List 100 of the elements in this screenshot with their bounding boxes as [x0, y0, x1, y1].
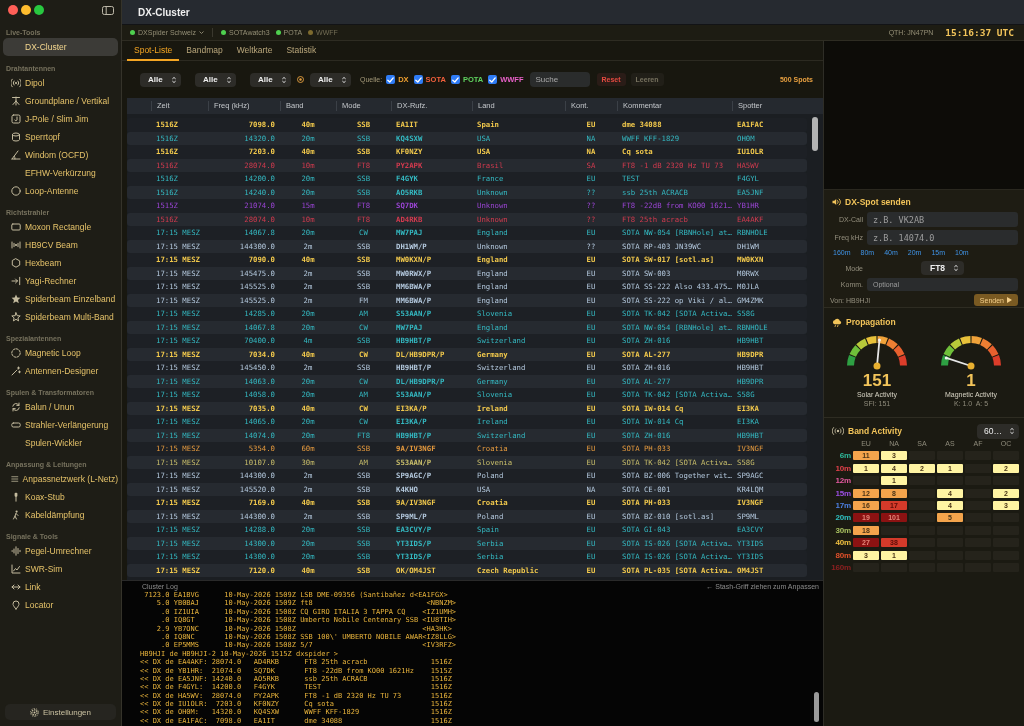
- checkbox[interactable]: [450, 75, 460, 84]
- band-label: 15m: [835, 488, 851, 498]
- band-label: 30m: [835, 525, 851, 535]
- gauge-needle: [945, 357, 975, 370]
- band-label: 20m: [835, 513, 851, 523]
- sidebar-item[interactable]: Anpassnetzwerk (L-Netz): [3, 470, 118, 488]
- filter-select[interactable]: Alle: [250, 72, 291, 87]
- filter-select[interactable]: Alle: [140, 72, 181, 87]
- antenna-icon: [832, 427, 844, 435]
- select-arrows-icon: [954, 264, 959, 272]
- window-title: DX-Cluster: [138, 6, 190, 18]
- wand-icon: [11, 366, 21, 376]
- angle-icon: [11, 150, 21, 160]
- sidebar-item[interactable]: Sperrtopf: [3, 128, 118, 146]
- play-icon: [1007, 297, 1012, 303]
- minimize-icon[interactable]: [21, 5, 31, 15]
- sidebar-item[interactable]: Loop-Antenne: [3, 182, 118, 200]
- band-label: 10m: [835, 463, 851, 473]
- sidebar-item[interactable]: Pegel-Umrechner: [3, 542, 118, 560]
- sidebar-item[interactable]: Dipol: [3, 74, 118, 92]
- chart-icon: [11, 564, 21, 574]
- speaker-icon: [832, 198, 841, 206]
- sidebar-item[interactable]: Groundplane / Vertikal: [3, 92, 118, 110]
- scrollbar-thumb[interactable]: [812, 117, 818, 151]
- star-icon: [11, 312, 21, 322]
- circle-dot-icon[interactable]: [297, 76, 304, 83]
- search-field[interactable]: Suche: [529, 72, 590, 87]
- sidebar-item[interactable]: Strahler-Verlängerung: [3, 416, 118, 434]
- filter-select[interactable]: Alle: [310, 72, 351, 87]
- cloud-icon: [832, 317, 842, 327]
- pin-icon: [11, 600, 21, 610]
- settings-icon: [29, 707, 39, 717]
- checkbox[interactable]: [488, 75, 498, 84]
- sidebar-item[interactable]: Spiderbeam Multi-Band: [3, 308, 118, 326]
- sidebar-item[interactable]: Windom (OCFD): [3, 146, 118, 164]
- utc-clock: 15:16:37 UTC: [945, 27, 1014, 38]
- sidebar-item[interactable]: Koax-Stub: [3, 488, 118, 506]
- rectangle-icon: [11, 222, 21, 232]
- close-icon[interactable]: [8, 5, 18, 15]
- sidebar-toggle-icon[interactable]: [102, 5, 114, 15]
- sidebar-item[interactable]: Yagi-Rechner: [3, 272, 118, 290]
- band-label: 17m: [835, 500, 851, 510]
- sidebar-item[interactable]: Spiderbeam Einzelband: [3, 290, 118, 308]
- capsule-icon: [11, 420, 21, 430]
- input-field[interactable]: z.B. VK2AB: [867, 212, 1018, 227]
- band-label: 12m: [835, 476, 851, 486]
- band-label: 40m: [835, 538, 851, 548]
- sidebar-item[interactable]: Link: [3, 578, 118, 596]
- input-field[interactable]: z.B. 14074.0: [867, 230, 1018, 245]
- sidebar-item[interactable]: SWR-Sim: [3, 560, 118, 578]
- sidebar-item[interactable]: Spulen-Wickler: [3, 434, 118, 452]
- star-icon: [11, 294, 21, 304]
- checkbox[interactable]: [386, 75, 396, 84]
- arrows-icon: [11, 582, 21, 592]
- cycle-arrows-icon: [11, 402, 21, 412]
- sidebar-item[interactable]: Magnetic Loop: [3, 344, 118, 362]
- select-arrows-icon: [172, 75, 176, 84]
- gauge-value: 1: [966, 372, 976, 390]
- sliders-icon: [11, 474, 19, 484]
- sidebar-item[interactable]: Kabeldämpfung: [3, 506, 118, 524]
- cylinder-icon: [11, 132, 21, 142]
- tab[interactable]: Bandmap: [179, 41, 230, 61]
- section-title: DX-Spot senden: [845, 197, 911, 207]
- select-arrows-icon: [1010, 427, 1014, 435]
- sidebar-item[interactable]: Antennen-Designer: [3, 362, 118, 380]
- sidebar-item[interactable]: Locator: [3, 596, 118, 614]
- section-title: Propagation: [846, 317, 896, 327]
- sidebar-item[interactable]: J-Pole / Slim Jim: [3, 110, 118, 128]
- gauge-scale: [941, 336, 1001, 366]
- select-arrows-icon: [282, 75, 286, 84]
- checkbox[interactable]: [413, 75, 423, 84]
- signal-waves-icon: [11, 240, 21, 250]
- sidebar-item[interactable]: EFHW-Verkürzung: [3, 164, 118, 182]
- settings-button[interactable]: Einstellungen: [5, 704, 116, 720]
- gauge-value: 151: [862, 372, 892, 390]
- sidebar-item[interactable]: Balun / Unun: [3, 398, 118, 416]
- circle-icon: [11, 186, 21, 196]
- gauge-needle: [873, 339, 881, 370]
- tab[interactable]: Spot-Liste: [127, 41, 180, 61]
- range-select[interactable]: 60…: [977, 423, 1019, 439]
- band-label: 80m: [835, 550, 851, 560]
- tab[interactable]: Weltkarte: [229, 41, 280, 61]
- maximize-icon[interactable]: [34, 5, 44, 15]
- band-label: 160m: [831, 562, 851, 572]
- band-label: 6m: [839, 451, 851, 461]
- tab[interactable]: Statistik: [279, 41, 324, 61]
- sidebar-item[interactable]: DX-Cluster: [3, 38, 118, 56]
- select-arrows-icon: [342, 75, 346, 84]
- mode-select[interactable]: FT8: [920, 261, 965, 275]
- waveform-icon: [11, 546, 21, 556]
- antenna-icon: [11, 78, 21, 88]
- filter-select[interactable]: Alle: [195, 72, 236, 87]
- hexagon-icon: [11, 258, 21, 268]
- sidebar-item[interactable]: Moxon Rectangle: [3, 218, 118, 236]
- scrollbar-thumb[interactable]: [813, 692, 819, 722]
- dashed-circle-icon: [11, 348, 21, 358]
- sidebar-item[interactable]: HB9CV Beam: [3, 236, 118, 254]
- figure-icon: [11, 510, 21, 520]
- sidebar-item[interactable]: Hexbeam: [3, 254, 118, 272]
- section-title: Band Activity: [848, 426, 902, 436]
